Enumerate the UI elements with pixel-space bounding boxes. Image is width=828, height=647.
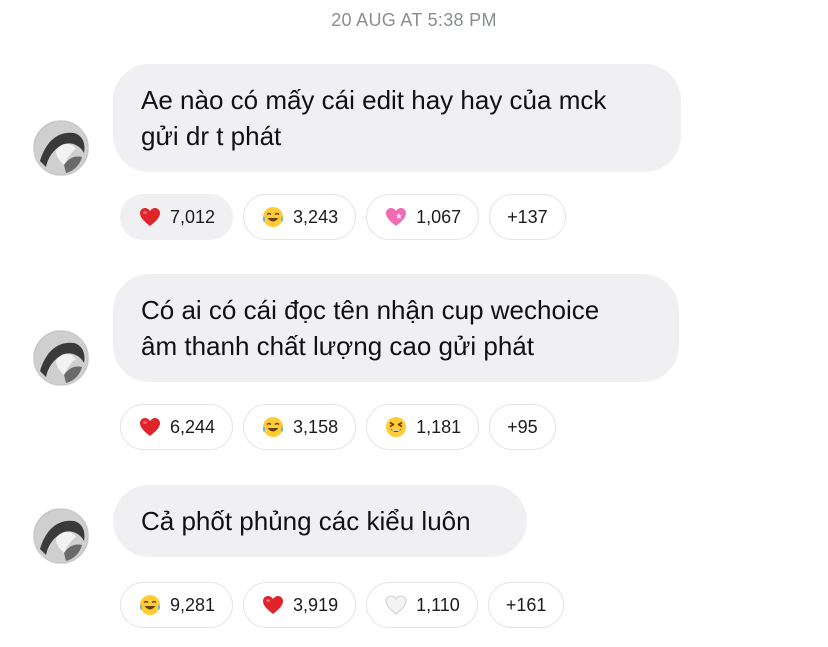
reaction-bar: 9,281 3,919 1,110 +161 xyxy=(120,582,565,628)
message-text: gửi dr t phát xyxy=(141,121,282,151)
reaction-count: +137 xyxy=(507,206,548,227)
message-text: Ae nào có mấy cái edit hay hay của mck xyxy=(141,85,607,115)
message-text: âm thanh chất lượng cao gửi phát xyxy=(141,331,534,361)
reaction-red-heart[interactable]: 7,012 xyxy=(120,194,234,240)
red-heart-icon xyxy=(138,415,162,439)
avatar-photo-icon xyxy=(34,121,88,175)
reaction-bar: 7,012 3,243 1,067 +137 xyxy=(120,194,566,240)
red-heart-icon xyxy=(261,593,285,617)
reaction-pink-heart[interactable]: 1,067 xyxy=(366,194,480,240)
reaction-count: 9,281 xyxy=(170,594,216,615)
pink-heart-icon xyxy=(384,205,408,229)
message-bubble[interactable]: Có ai có cái đọc tên nhận cup wechoice â… xyxy=(113,274,679,382)
reaction-grinning-squinting[interactable]: 1,181 xyxy=(366,404,480,450)
avatar[interactable] xyxy=(33,330,89,386)
reaction-tears-of-joy[interactable]: 3,243 xyxy=(243,194,357,240)
reaction-count: 3,158 xyxy=(293,416,339,437)
tears-of-joy-icon xyxy=(261,415,285,439)
reaction-bar: 6,244 3,158 1,181 +95 xyxy=(120,404,556,450)
avatar[interactable] xyxy=(33,120,89,176)
avatar[interactable] xyxy=(33,508,89,564)
reaction-count: 1,067 xyxy=(416,206,462,227)
message-bubble[interactable]: Ae nào có mấy cái edit hay hay của mck g… xyxy=(113,64,681,172)
reaction-count: 3,919 xyxy=(293,594,339,615)
reaction-red-heart[interactable]: 6,244 xyxy=(120,404,234,450)
message-text: Cả phốt phủng các kiểu luôn xyxy=(141,506,471,536)
reaction-tears-of-joy[interactable]: 3,158 xyxy=(243,404,357,450)
reaction-count: 3,243 xyxy=(293,206,339,227)
reaction-count: +161 xyxy=(505,594,547,615)
reaction-count: +95 xyxy=(507,416,538,437)
more-reactions-button[interactable]: +161 xyxy=(487,582,565,628)
white-heart-icon xyxy=(384,593,408,617)
more-reactions-button[interactable]: +137 xyxy=(489,194,566,240)
reaction-white-heart[interactable]: 1,110 xyxy=(366,582,478,628)
reaction-count: 7,012 xyxy=(170,206,216,227)
avatar-photo-icon xyxy=(34,331,88,385)
reaction-count: 1,181 xyxy=(416,416,462,437)
reaction-count: 6,244 xyxy=(170,416,216,437)
reaction-count: 1,110 xyxy=(416,594,460,615)
red-heart-icon xyxy=(138,205,162,229)
message-text: Có ai có cái đọc tên nhận cup wechoice xyxy=(141,295,600,325)
tears-of-joy-icon xyxy=(138,593,162,617)
reaction-tears-of-joy[interactable]: 9,281 xyxy=(120,582,234,628)
message-bubble[interactable]: Cả phốt phủng các kiểu luôn xyxy=(113,485,527,557)
conversation-timestamp: 20 AUG AT 5:38 PM xyxy=(331,10,497,30)
tears-of-joy-icon xyxy=(261,205,285,229)
reaction-red-heart[interactable]: 3,919 xyxy=(243,582,357,628)
more-reactions-button[interactable]: +95 xyxy=(489,404,556,450)
grinning-squinting-icon xyxy=(384,415,408,439)
avatar-photo-icon xyxy=(34,509,88,563)
